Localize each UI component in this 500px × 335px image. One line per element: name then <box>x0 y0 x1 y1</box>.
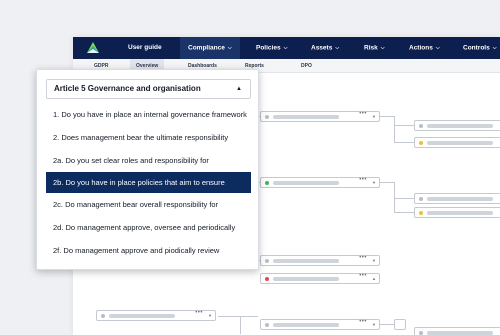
triangle-logo-icon[interactable] <box>86 41 100 55</box>
tree-node[interactable] <box>414 327 500 335</box>
status-dot <box>419 124 423 128</box>
nav-controls[interactable]: Controls ⌵ <box>463 37 497 59</box>
connector-line <box>394 142 414 143</box>
tree-node[interactable]: ••• ▼ <box>260 111 380 122</box>
nav-controls-label: Controls <box>463 44 490 52</box>
nav-assets[interactable]: Assets ⌵ <box>311 37 339 59</box>
question-dropdown: Article 5 Governance and organisation ▲ … <box>36 69 259 270</box>
placeholder-bar <box>427 141 493 145</box>
chevron-down-icon: ⌵ <box>283 45 288 51</box>
connector-line <box>380 116 394 117</box>
chevron-down-icon[interactable]: ▼ <box>372 322 376 327</box>
status-dot <box>265 115 269 119</box>
connector-line <box>240 316 241 334</box>
chevron-up-icon[interactable]: ▲ <box>236 80 242 98</box>
placeholder-bar <box>427 211 493 215</box>
more-options-icon[interactable]: ••• <box>359 255 367 261</box>
tree-node[interactable]: ••• ▼ <box>96 310 216 321</box>
placeholder-bar <box>427 124 493 128</box>
dropdown-option[interactable]: 2a. Do you set clear roles and responsib… <box>46 150 251 171</box>
chevron-up-icon[interactable]: ▲ <box>372 276 376 281</box>
status-dot-yellow <box>419 141 423 145</box>
connector-line <box>394 182 395 212</box>
tree-node[interactable]: ••• ▼ <box>260 319 380 330</box>
nav-actions[interactable]: Actions ⌵ <box>409 37 440 59</box>
dropdown-option[interactable]: 2f. Do management approve and piodically… <box>46 240 251 261</box>
tree-node[interactable] <box>414 207 500 218</box>
dropdown-option[interactable]: 1. Do you have in place an internal gove… <box>46 104 251 125</box>
nav-assets-label: Assets <box>311 44 333 52</box>
status-dot <box>419 197 423 201</box>
tree-node[interactable] <box>414 120 500 131</box>
placeholder-bar <box>273 323 339 327</box>
chevron-down-icon[interactable]: ▼ <box>208 313 212 318</box>
status-dot <box>265 259 269 263</box>
dropdown-header[interactable]: Article 5 Governance and organisation ▲ <box>46 79 251 99</box>
dropdown-option[interactable]: 2. Does management bear the ultimate res… <box>46 127 251 148</box>
nav-risk-label: Risk <box>364 44 378 52</box>
connector-line <box>394 116 395 142</box>
nav-compliance-label: Compliance <box>188 44 225 52</box>
status-dot <box>101 314 105 318</box>
connector-line <box>380 182 394 183</box>
chevron-down-icon[interactable]: ▼ <box>372 114 376 119</box>
connector-line <box>394 212 414 213</box>
more-options-icon[interactable]: ••• <box>359 273 367 279</box>
status-dot-yellow <box>419 211 423 215</box>
nav-policies-label: Policies <box>256 44 281 52</box>
status-dot <box>265 323 269 327</box>
placeholder-bar <box>427 197 493 201</box>
top-navigation-bar: User guide Compliance ⌵ Policies ⌵ Assets ⌵… <box>73 37 500 59</box>
dropdown-option-selected[interactable]: 2b. Do you have in place policies that a… <box>46 172 251 193</box>
chevron-down-icon: ⌵ <box>492 45 497 51</box>
connector-line <box>394 125 414 126</box>
more-options-icon[interactable]: ••• <box>359 319 367 325</box>
chevron-down-icon: ⌵ <box>380 45 385 51</box>
nav-policies[interactable]: Policies ⌵ <box>256 37 287 59</box>
chevron-down-icon[interactable]: ▼ <box>372 180 376 185</box>
tree-node[interactable]: ••• ▼ <box>260 255 380 266</box>
chevron-down-icon: ⌵ <box>435 45 440 51</box>
tree-node[interactable] <box>414 137 500 148</box>
dropdown-header-label: Article 5 Governance and organisation <box>54 84 201 93</box>
chevron-down-icon[interactable]: ▼ <box>372 258 376 263</box>
nav-compliance[interactable]: Compliance ⌵ <box>180 37 240 59</box>
dropdown-option[interactable]: 2d. Do management approve, oversee and p… <box>46 217 251 238</box>
chevron-down-icon: ⌵ <box>227 45 232 51</box>
status-dot-red <box>265 277 269 281</box>
connector-line <box>218 316 258 317</box>
more-options-icon[interactable]: ••• <box>359 177 367 183</box>
connector-line <box>394 198 414 199</box>
nav-actions-label: Actions <box>409 44 433 52</box>
tree-node[interactable] <box>414 193 500 204</box>
placeholder-bar <box>273 181 339 185</box>
status-dot-green <box>265 181 269 185</box>
status-dot <box>419 331 423 335</box>
more-options-icon[interactable]: ••• <box>195 310 203 316</box>
subnav-dpo[interactable]: DPO <box>301 59 312 73</box>
nav-user-guide[interactable]: User guide <box>128 37 162 59</box>
tree-node[interactable]: ••• ▲ <box>260 273 380 284</box>
placeholder-bar <box>109 314 175 318</box>
placeholder-bar <box>273 259 339 263</box>
placeholder-bar <box>273 277 339 281</box>
tree-node-collapsed[interactable] <box>394 319 406 330</box>
chevron-down-icon: ⌵ <box>335 45 340 51</box>
connector-line <box>380 324 394 325</box>
more-options-icon[interactable]: ••• <box>359 111 367 117</box>
nav-risk[interactable]: Risk ⌵ <box>364 37 385 59</box>
tree-node[interactable]: ••• ▼ <box>260 177 380 188</box>
placeholder-bar <box>427 331 493 335</box>
placeholder-bar <box>273 115 339 119</box>
dropdown-option[interactable]: 2c. Do management bear overall responsib… <box>46 194 251 215</box>
